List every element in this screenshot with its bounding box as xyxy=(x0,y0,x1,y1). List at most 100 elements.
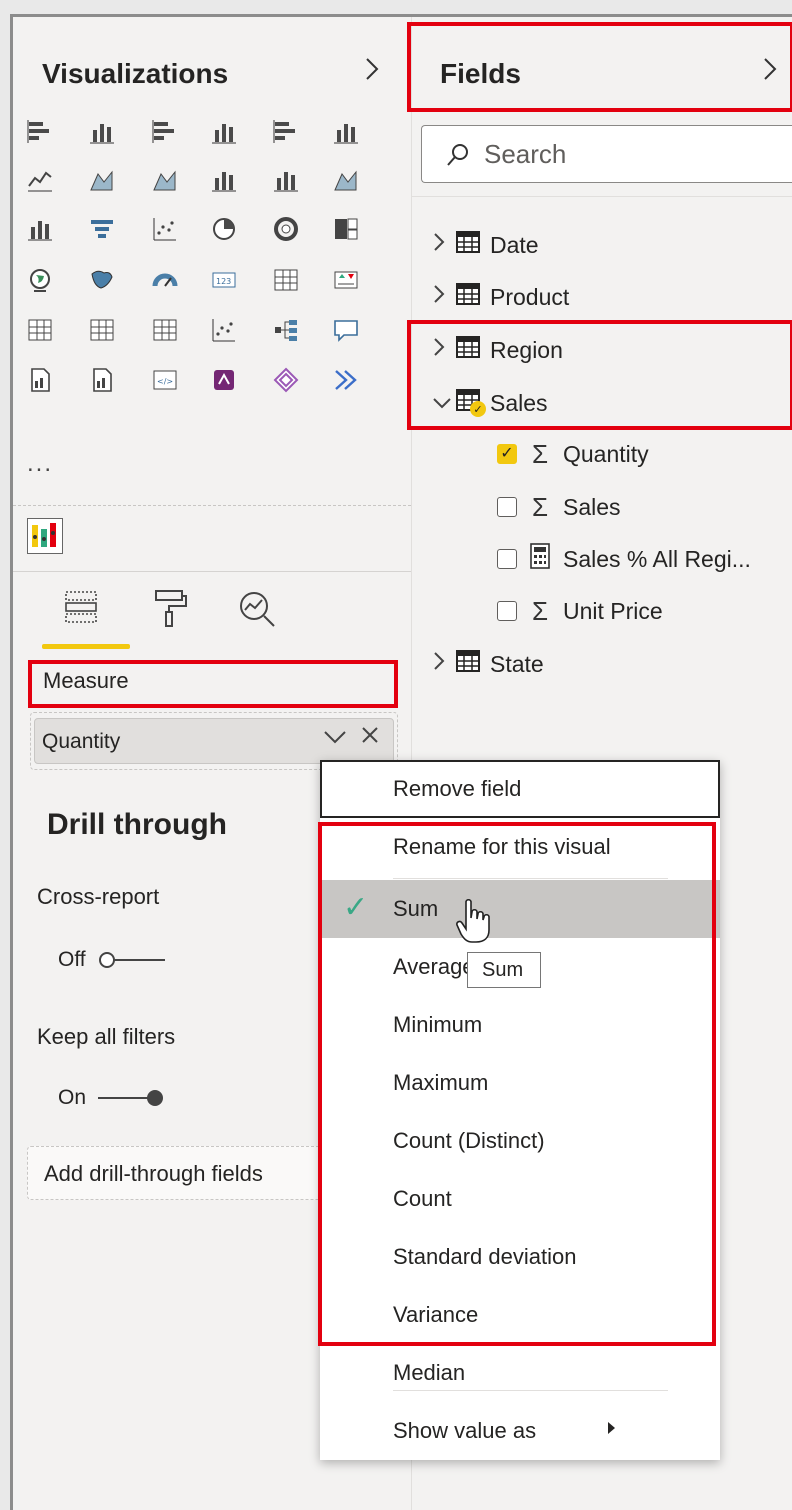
more-visuals-ellipsis[interactable]: ... xyxy=(27,450,53,478)
paginated-report-icon[interactable] xyxy=(88,366,116,394)
chevron-down-icon[interactable] xyxy=(432,390,452,416)
menu-item-count-distinct[interactable]: Count (Distinct) xyxy=(320,1112,720,1170)
power-apps-icon[interactable] xyxy=(210,366,238,394)
gallery-divider xyxy=(13,505,411,506)
menu-item-remove-field[interactable]: Remove field xyxy=(320,760,720,818)
visualizations-collapse-icon[interactable] xyxy=(364,56,380,89)
chevron-down-icon[interactable] xyxy=(322,726,348,752)
field-checkbox[interactable] xyxy=(497,601,517,621)
search-icon xyxy=(446,142,470,168)
menu-item-maximum[interactable]: Maximum xyxy=(320,1054,720,1112)
sigma-icon: Σ xyxy=(531,595,549,626)
funnel-chart-icon[interactable] xyxy=(88,215,116,243)
html-content-icon[interactable]: </> xyxy=(151,366,179,394)
chevron-right-icon[interactable] xyxy=(432,231,452,259)
gauge-icon[interactable] xyxy=(151,266,179,294)
map-icon[interactable] xyxy=(26,266,54,294)
sigma-icon: Σ xyxy=(531,438,549,469)
menu-separator xyxy=(393,1390,668,1391)
hand-cursor-icon xyxy=(456,898,490,944)
check-icon: ✓ xyxy=(343,891,369,924)
menu-item-sum[interactable]: ✓ Sum xyxy=(320,880,720,938)
menu-item-variance[interactable]: Variance xyxy=(320,1286,720,1344)
key-influencers-icon[interactable] xyxy=(210,316,238,344)
fields-collapse-icon[interactable] xyxy=(762,56,778,89)
slicer-icon[interactable] xyxy=(26,316,54,344)
smart-narrative-icon[interactable] xyxy=(26,366,54,394)
power-automate-icon[interactable] xyxy=(272,366,300,394)
scatter-chart-icon[interactable] xyxy=(151,215,179,243)
stacked-column-icon[interactable] xyxy=(88,118,116,146)
menu-item-label: Rename for this visual xyxy=(393,834,611,859)
line-stacked-column-icon[interactable] xyxy=(272,166,300,194)
field-checkbox[interactable] xyxy=(497,549,517,569)
treemap-icon[interactable] xyxy=(332,215,360,243)
menu-item-label: Remove field xyxy=(393,776,522,801)
chevron-right-icon[interactable] xyxy=(432,336,452,364)
table-icon xyxy=(456,336,490,364)
paint-roller-icon[interactable] xyxy=(150,588,190,628)
chevron-right-icon[interactable] xyxy=(432,650,452,678)
field-item[interactable]: Sales % All Regi... xyxy=(497,539,751,579)
clustered-column-icon[interactable] xyxy=(210,118,238,146)
field-checkbox[interactable] xyxy=(497,497,517,517)
menu-item-rename-for-this-visual[interactable]: Rename for this visual xyxy=(320,818,720,876)
keep-all-filters-toggle[interactable] xyxy=(96,1088,168,1113)
stacked-area-icon[interactable] xyxy=(151,166,179,194)
menu-item-label: Median xyxy=(393,1360,466,1385)
fields-title: Fields xyxy=(440,58,521,89)
field-item[interactable]: ✓ Σ Quantity xyxy=(497,434,649,474)
100-stacked-bar-icon[interactable] xyxy=(272,118,300,146)
field-checkbox[interactable]: ✓ xyxy=(497,444,517,464)
table-date[interactable]: Date xyxy=(432,225,539,265)
pie-chart-icon[interactable] xyxy=(210,215,238,243)
table-icon: ✓ xyxy=(456,389,490,417)
table-region[interactable]: Region xyxy=(432,330,563,370)
ribbon-chart-icon[interactable] xyxy=(332,166,360,194)
field-label: Unit Price xyxy=(563,597,663,624)
matrix-icon[interactable] xyxy=(151,316,179,344)
table-icon xyxy=(456,283,480,305)
field-item[interactable]: Σ Unit Price xyxy=(497,591,663,631)
checkmark-icon: ✓ xyxy=(500,445,514,462)
donut-chart-icon[interactable] xyxy=(272,215,300,243)
area-chart-icon[interactable] xyxy=(88,166,116,194)
table-icon[interactable] xyxy=(88,316,116,344)
aggregation-context-menu: Remove field Rename for this visual ✓ Sum Av… xyxy=(320,760,720,1460)
remove-field-icon[interactable] xyxy=(360,724,380,752)
visualizations-title: Visualizations xyxy=(42,58,229,89)
more-visuals-icon[interactable] xyxy=(332,366,360,394)
waterfall-chart-icon[interactable] xyxy=(26,215,54,243)
menu-item-minimum[interactable]: Minimum xyxy=(320,996,720,1054)
chevron-right-icon[interactable] xyxy=(432,283,452,311)
kpi-icon[interactable] xyxy=(332,266,360,294)
menu-item-label: Minimum xyxy=(393,1012,483,1037)
custom-visual-icon[interactable] xyxy=(27,518,63,554)
table-product[interactable]: Product xyxy=(432,277,569,317)
menu-item-count[interactable]: Count xyxy=(320,1170,720,1228)
clustered-bar-icon[interactable] xyxy=(151,118,179,146)
menu-item-standard-deviation[interactable]: Standard deviation xyxy=(320,1228,720,1286)
line-chart-icon[interactable] xyxy=(26,166,54,194)
menu-item-show-value-as[interactable]: Show value as xyxy=(320,1402,720,1460)
filled-map-icon[interactable] xyxy=(88,266,116,294)
fields-well-icon[interactable] xyxy=(62,588,102,628)
stacked-bar-icon[interactable] xyxy=(26,118,54,146)
line-clustered-column-icon[interactable] xyxy=(210,166,238,194)
table-state[interactable]: State xyxy=(432,644,544,684)
tooltip: Sum xyxy=(467,952,541,988)
cross-report-label: Cross-report xyxy=(37,884,160,909)
card-icon[interactable]: 123 xyxy=(210,266,238,294)
qa-icon[interactable] xyxy=(332,316,360,344)
sigma-icon: Σ xyxy=(531,491,549,522)
100-stacked-column-icon[interactable] xyxy=(332,118,360,146)
table-label: Product xyxy=(490,283,570,310)
analytics-magnifier-icon[interactable] xyxy=(236,588,276,628)
multi-row-card-icon[interactable] xyxy=(272,266,300,294)
decomposition-tree-icon[interactable] xyxy=(272,316,300,344)
menu-item-median[interactable]: Median xyxy=(320,1344,720,1402)
search-input[interactable] xyxy=(484,138,774,170)
field-item[interactable]: Σ Sales xyxy=(497,487,621,527)
cross-report-toggle[interactable] xyxy=(97,950,169,975)
table-sales[interactable]: ✓ Sales xyxy=(432,383,548,423)
